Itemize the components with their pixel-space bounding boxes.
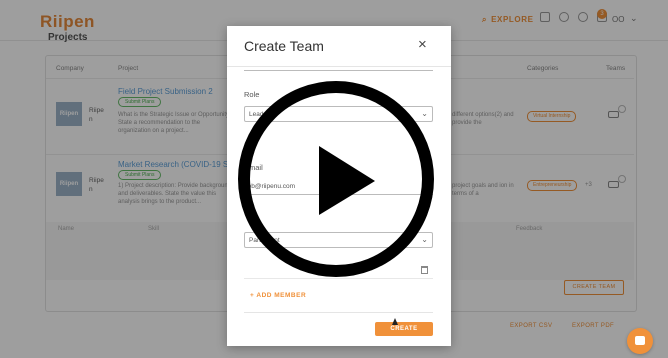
- close-icon[interactable]: ×: [418, 37, 427, 52]
- modal-header: Create Team ×: [227, 26, 451, 67]
- play-icon: [319, 146, 375, 215]
- modal-title: Create Team: [244, 38, 324, 54]
- chat-glyph: [635, 336, 645, 345]
- chat-icon[interactable]: [627, 328, 653, 354]
